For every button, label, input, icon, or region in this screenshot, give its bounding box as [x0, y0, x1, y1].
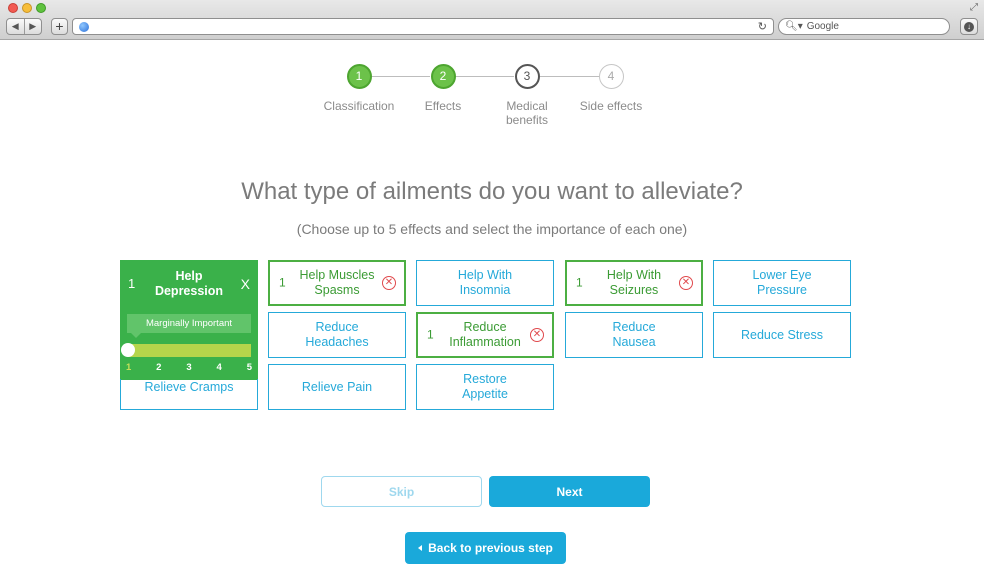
address-bar[interactable]: ↻	[72, 18, 774, 35]
effect-label: Reduce Headaches	[305, 320, 369, 349]
effect-card[interactable]: Reduce Headaches	[268, 312, 406, 358]
next-button[interactable]: Next	[489, 476, 650, 507]
browser-toolbar: ⤢ ◀ ▶ + ↻ 🔍︎▾ Google ↓	[0, 0, 984, 40]
effect-card[interactable]: Reduce Nausea	[565, 312, 703, 358]
zoom-window-button[interactable]	[36, 3, 46, 13]
importance-rank: 1	[279, 275, 286, 290]
downloads-button[interactable]: ↓	[960, 18, 978, 35]
effect-card[interactable]: Help With Insomnia	[416, 260, 554, 306]
history-nav: ◀ ▶	[6, 18, 42, 35]
importance-tooltip: Marginally Important	[127, 314, 251, 338]
step-number: 3	[514, 64, 540, 89]
search-placeholder: Google	[806, 21, 839, 32]
importance-rank: 1	[576, 275, 583, 290]
effect-card-help-depression-expanded[interactable]: 1 Help Depression X Marginally Important…	[120, 260, 258, 380]
effect-card[interactable]: 1 Help With Seizures ✕	[565, 260, 703, 306]
back-button-label: Back to previous step	[428, 541, 553, 555]
effect-label: Reduce Stress	[741, 327, 823, 342]
effect-label: Help With Insomnia	[457, 268, 513, 297]
progress-stepper: 1 Classification 2 Effects 3 Medical ben…	[0, 64, 984, 134]
importance-slider-handle[interactable]	[121, 343, 135, 357]
remove-icon[interactable]: ✕	[530, 328, 544, 342]
scale-tick[interactable]: 1	[126, 362, 131, 373]
minimize-window-button[interactable]	[22, 3, 32, 13]
close-icon[interactable]: X	[241, 276, 250, 292]
scale-tick[interactable]: 3	[186, 362, 191, 373]
importance-slider-track[interactable]	[127, 344, 251, 357]
page-subtitle: (Choose up to 5 effects and select the i…	[296, 221, 688, 237]
effect-card[interactable]: Lower Eye Pressure	[713, 260, 851, 306]
scale-tick[interactable]: 4	[217, 362, 222, 373]
effect-card[interactable]: 1 Reduce Inflammation ✕	[416, 312, 554, 358]
step-number: 4	[598, 64, 624, 89]
effect-card[interactable]: 1 Help Muscles Spasms ✕	[268, 260, 406, 306]
new-tab-button[interactable]: +	[51, 18, 68, 35]
step-side-effects[interactable]: 4 Side effects	[561, 64, 661, 113]
page-title: What type of ailments do you want to all…	[241, 178, 743, 205]
globe-icon	[79, 22, 89, 32]
importance-rank: 1	[427, 327, 434, 342]
fullscreen-icon[interactable]: ⤢	[970, 2, 978, 13]
close-window-button[interactable]	[8, 3, 18, 13]
effect-label: Lower Eye Pressure	[752, 268, 812, 297]
effect-card[interactable]: Restore Appetite	[416, 364, 554, 410]
step-number: 2	[430, 64, 456, 89]
reload-icon[interactable]: ↻	[758, 20, 767, 33]
forward-nav-button[interactable]: ▶	[23, 19, 42, 34]
back-to-previous-step-button[interactable]: Back to previous step	[405, 532, 566, 564]
search-icon: 🔍︎▾	[785, 21, 803, 32]
chevron-left-icon	[418, 545, 423, 551]
step-label: Side effects	[579, 99, 643, 113]
effect-label: Relieve Pain	[301, 379, 373, 394]
remove-icon[interactable]: ✕	[679, 276, 693, 290]
effect-card[interactable]: Relieve Pain	[268, 364, 406, 410]
effect-card[interactable]: Reduce Stress	[713, 312, 851, 358]
effect-label: Reduce Nausea	[612, 320, 656, 349]
step-label: Medical benefits	[505, 99, 549, 127]
search-input[interactable]: 🔍︎▾ Google	[778, 18, 950, 35]
effect-card-relieve-cramps[interactable]: Relieve Cramps	[120, 379, 258, 410]
skip-button[interactable]: Skip	[321, 476, 482, 507]
download-icon: ↓	[964, 21, 974, 32]
importance-scale: 1 2 3 4 5	[126, 362, 252, 373]
effect-label: Help Depression	[154, 269, 224, 298]
step-number: 1	[346, 64, 372, 89]
back-nav-button[interactable]: ◀	[7, 19, 24, 34]
scale-tick[interactable]: 5	[247, 362, 252, 373]
remove-icon[interactable]: ✕	[382, 276, 396, 290]
effect-label: Restore Appetite	[462, 372, 508, 401]
scale-tick[interactable]: 2	[156, 362, 161, 373]
